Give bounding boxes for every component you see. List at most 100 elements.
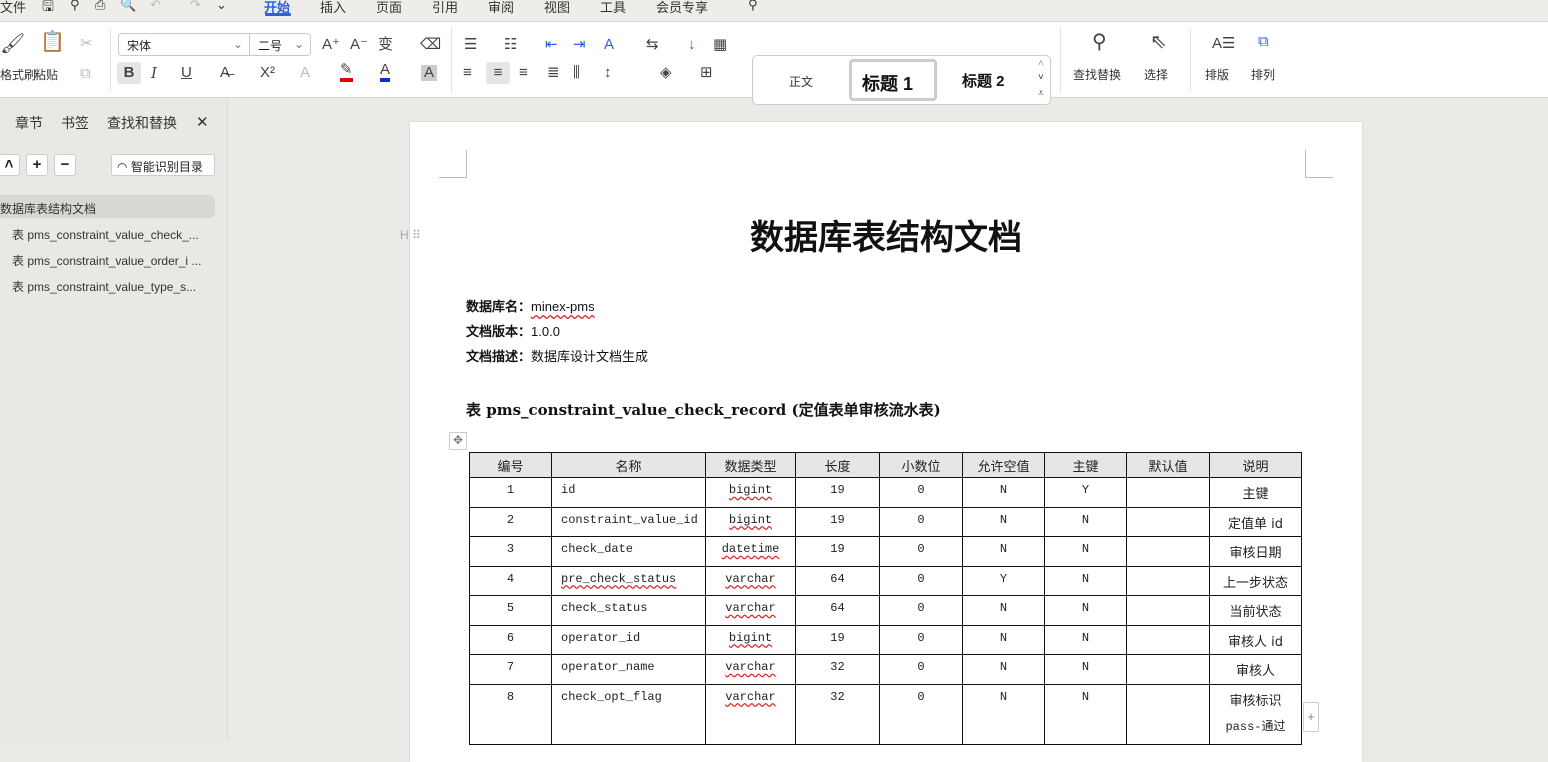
copy-icon[interactable]: ⧉ xyxy=(80,66,91,82)
char-shading-icon[interactable]: A xyxy=(421,65,438,81)
table-cell[interactable]: 64 xyxy=(795,595,880,626)
table-cell[interactable]: 0 xyxy=(879,654,963,685)
collapse-button[interactable]: ˄ xyxy=(0,154,20,176)
table-cell[interactable]: 审核日期 xyxy=(1209,536,1302,567)
decrease-indent-icon[interactable]: ⇤ xyxy=(545,37,558,53)
table-cell[interactable]: N xyxy=(962,536,1045,567)
tab-member[interactable]: 会员专享 xyxy=(656,0,708,16)
table-cell[interactable]: 19 xyxy=(795,477,880,508)
find-icon[interactable]: ⚲ xyxy=(1092,32,1107,52)
table-cell[interactable]: 0 xyxy=(879,536,963,567)
table-cell[interactable]: bigint xyxy=(705,506,796,537)
table-cell[interactable]: check_date xyxy=(551,536,706,567)
select-button[interactable]: 选择 xyxy=(1144,66,1168,83)
toc-item[interactable]: 表 pms_constraint_value_check_... xyxy=(12,226,199,243)
toc-item[interactable]: 表 pms_constraint_value_order_i ... xyxy=(12,252,201,269)
print-icon[interactable]: ⎙ xyxy=(95,0,105,13)
table-cell[interactable]: 32 xyxy=(795,683,880,745)
phonetic-guide-icon[interactable]: 变 xyxy=(378,37,393,53)
table-cell[interactable]: bigint xyxy=(705,477,796,508)
table-cell[interactable]: 当前状态 xyxy=(1209,595,1302,626)
italic-button[interactable]: I xyxy=(151,65,157,81)
search-icon[interactable]: ⚲ xyxy=(748,0,758,13)
table-cell[interactable]: 定值单 id xyxy=(1209,506,1302,537)
table-cell[interactable]: N xyxy=(1044,595,1127,626)
table-cell[interactable]: 1 xyxy=(469,477,552,508)
table-cell[interactable]: bigint xyxy=(705,624,796,655)
table-cell[interactable]: Y xyxy=(962,565,1045,596)
table-cell[interactable]: 0 xyxy=(879,477,963,508)
shrink-font-icon[interactable]: A⁻ xyxy=(350,37,368,53)
menu-file[interactable]: 文件 xyxy=(0,0,26,16)
align-left-icon[interactable]: ≡ xyxy=(463,65,472,81)
underline-button[interactable]: U xyxy=(181,65,192,81)
table-cell[interactable]: id xyxy=(551,477,706,508)
close-icon[interactable]: ✕ xyxy=(196,113,209,131)
table-move-handle-icon[interactable]: ✥ xyxy=(449,432,467,450)
paste-icon[interactable]: 📋 xyxy=(40,32,65,52)
table-cell[interactable]: pre_check_status xyxy=(551,565,706,596)
table-cell[interactable]: 4 xyxy=(469,565,552,596)
text-effect-icon[interactable]: A xyxy=(300,65,310,81)
table-cell[interactable]: 0 xyxy=(879,506,963,537)
shading-icon[interactable]: ◈ xyxy=(660,65,672,81)
bold-button[interactable]: B xyxy=(117,62,141,84)
table-cell[interactable]: operator_id xyxy=(551,624,706,655)
document-page[interactable]: H ⠿ 数据库表结构文档 数据库名：minex-pms 文档版本：1.0.0 文… xyxy=(400,122,1362,762)
line-spacing-icon[interactable]: ↕ xyxy=(604,65,612,81)
table-cell[interactable]: datetime xyxy=(705,536,796,567)
styles-scroll-up-icon[interactable]: ˄ xyxy=(1038,58,1044,69)
table-cell[interactable]: N xyxy=(1044,624,1127,655)
table-cell[interactable] xyxy=(1126,595,1210,626)
table-cell[interactable]: N xyxy=(962,654,1045,685)
table-cell[interactable]: N xyxy=(1044,654,1127,685)
table-cell[interactable]: varchar xyxy=(705,654,796,685)
table-cell[interactable]: 6 xyxy=(469,624,552,655)
align-center-icon[interactable]: ≡ xyxy=(486,62,510,84)
format-painter-label[interactable]: 格式刷 xyxy=(0,66,36,83)
table-cell[interactable]: N xyxy=(962,683,1045,745)
table-cell[interactable]: varchar xyxy=(705,595,796,626)
smart-toc-button[interactable]: ◠ 智能识别目录 xyxy=(111,154,215,176)
table-cell[interactable] xyxy=(1126,683,1210,745)
table-cell[interactable]: 0 xyxy=(879,624,963,655)
table-cell[interactable]: check_status xyxy=(551,595,706,626)
superscript-button[interactable]: X² xyxy=(260,65,275,81)
tab-references[interactable]: 引用 xyxy=(432,0,458,16)
tab-view[interactable]: 视图 xyxy=(544,0,570,16)
table-border-icon[interactable]: ▦ xyxy=(713,37,727,53)
layout-icon[interactable]: A☰ xyxy=(1212,36,1235,52)
more-chevron-icon[interactable]: ⌄ xyxy=(216,0,227,13)
table-cell[interactable]: N xyxy=(1044,506,1127,537)
table-cell[interactable]: 主键 xyxy=(1209,477,1302,508)
bullet-list-icon[interactable]: ☰ xyxy=(464,37,477,53)
style-heading2[interactable]: 标题 2 xyxy=(962,70,1005,91)
table-cell[interactable]: 3 xyxy=(469,536,552,567)
table-cell[interactable]: N xyxy=(1044,536,1127,567)
align-right-icon[interactable]: ≡ xyxy=(519,65,528,81)
toc-item[interactable]: 表 pms_constraint_value_type_s... xyxy=(12,278,196,295)
table-cell[interactable]: N xyxy=(962,595,1045,626)
table-cell[interactable] xyxy=(1126,654,1210,685)
undo-icon[interactable]: ↶ xyxy=(150,0,161,13)
distribute-icon[interactable]: ⫼ xyxy=(573,65,580,81)
table-cell[interactable]: 0 xyxy=(879,565,963,596)
print-preview-icon[interactable]: 🔍 xyxy=(120,0,136,13)
table-cell[interactable] xyxy=(1126,565,1210,596)
styles-scroll-down-icon[interactable]: ˅ xyxy=(1038,72,1044,83)
grow-font-icon[interactable]: A⁺ xyxy=(322,37,340,53)
table-cell[interactable]: varchar xyxy=(705,565,796,596)
table-cell[interactable]: varchar xyxy=(705,683,796,745)
table-cell[interactable]: 19 xyxy=(795,624,880,655)
style-normal[interactable]: 正文 xyxy=(789,73,813,90)
link-icon[interactable]: ⚲ xyxy=(70,0,80,13)
style-heading1[interactable]: 标题 1 xyxy=(849,59,937,101)
table-cell[interactable]: 上一步状态 xyxy=(1209,565,1302,596)
font-size-select[interactable]: 二号 ⌄ xyxy=(249,33,311,56)
paste-button[interactable]: 粘贴 xyxy=(34,66,58,83)
table-cell[interactable] xyxy=(1126,506,1210,537)
tab-find-replace[interactable]: 查找和替换 xyxy=(107,113,177,133)
table-cell[interactable]: 审核人 xyxy=(1209,654,1302,685)
tab-tools[interactable]: 工具 xyxy=(600,0,626,16)
select-cursor-icon[interactable]: ⇖ xyxy=(1150,32,1167,52)
